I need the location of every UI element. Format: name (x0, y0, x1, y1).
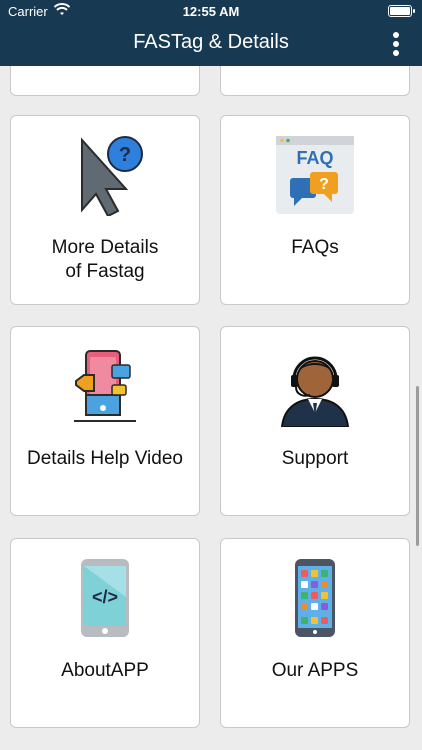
svg-text:</>: </> (92, 587, 118, 607)
card-label: FAQs (291, 237, 339, 258)
card-partial-right[interactable] (220, 66, 410, 96)
cards-grid: ? More Details of Fastag FAQ ? FAQs Deta… (0, 66, 422, 750)
clock: 12:55 AM (182, 4, 240, 19)
help-video-icon (74, 350, 136, 422)
nav-bar: FASTag & Details (0, 22, 422, 66)
page-title: FASTag & Details (133, 31, 289, 53)
card-label: Details Help Video (27, 448, 183, 469)
svg-text:?: ? (119, 144, 131, 166)
svg-text:?: ? (319, 176, 329, 193)
more-options-icon[interactable] (392, 32, 400, 58)
help-video-card[interactable]: Details Help Video (10, 326, 200, 516)
faq-icon: FAQ ? (276, 136, 354, 214)
card-label: Our APPS (271, 660, 359, 681)
card-label: AboutAPP (61, 660, 149, 681)
cursor-question-icon: ? (81, 136, 143, 216)
card-partial-left[interactable] (10, 66, 200, 96)
code-phone-icon: </> (81, 559, 129, 637)
support-card[interactable]: Support (220, 326, 410, 516)
faqs-card[interactable]: FAQ ? FAQs (220, 115, 410, 305)
support-agent-icon (280, 356, 350, 427)
status-bar: Carrier 12:55 AM (0, 0, 422, 22)
more-details-card[interactable]: ? More Details of Fastag (10, 115, 200, 305)
scrollbar[interactable] (416, 386, 419, 546)
svg-text:FAQ: FAQ (296, 148, 333, 168)
about-app-card[interactable]: </> AboutAPP (10, 538, 200, 728)
our-apps-card[interactable]: Our APPS (220, 538, 410, 728)
card-label: More Details of Fastag (51, 237, 159, 282)
battery-icon (388, 5, 415, 17)
apps-phone-icon (295, 559, 335, 637)
card-label: Support (281, 448, 349, 469)
